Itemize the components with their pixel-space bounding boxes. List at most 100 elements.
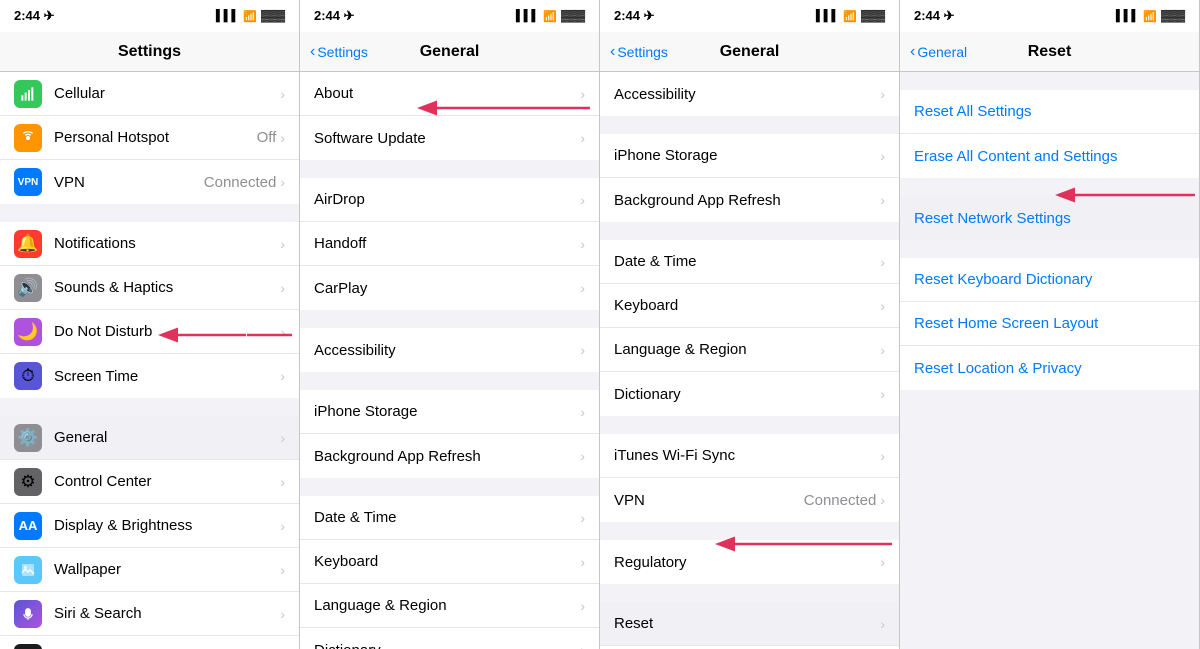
panel-content-1[interactable]: Cellular › Personal Hotspot Off › VPN VP… bbox=[0, 72, 299, 649]
row-handoff[interactable]: Handoff › bbox=[300, 222, 599, 266]
controlcenter-chevron: › bbox=[280, 474, 285, 490]
status-bar-1: 2:44 ✈ ▌▌▌ 📶 ▓▓▓ bbox=[0, 0, 299, 32]
resethomescreen-label: Reset Home Screen Layout bbox=[914, 315, 1098, 332]
row-datetime[interactable]: Date & Time › bbox=[300, 496, 599, 540]
time-3: 2:44 ✈ bbox=[614, 8, 655, 24]
siri-chevron: › bbox=[280, 606, 285, 622]
row-screentime[interactable]: ⏱ Screen Time › bbox=[0, 354, 299, 398]
row-hotspot[interactable]: Personal Hotspot Off › bbox=[0, 116, 299, 160]
reset-group-2: Reset Network Settings bbox=[900, 196, 1199, 240]
gen-separator-1 bbox=[300, 160, 599, 178]
resetlocation-label: Reset Location & Privacy bbox=[914, 360, 1082, 377]
row-iphonestorage2[interactable]: iPhone Storage › bbox=[600, 134, 899, 178]
eraseall-label: Erase All Content and Settings bbox=[914, 148, 1117, 165]
datetime2-chevron: › bbox=[880, 254, 885, 270]
settings-group-connectivity: Cellular › Personal Hotspot Off › VPN VP… bbox=[0, 72, 299, 204]
panel-content-2[interactable]: About › Software Update › AirDrop › Hand… bbox=[300, 72, 599, 649]
handoff-chevron: › bbox=[580, 236, 585, 252]
keyboard-chevron: › bbox=[580, 554, 585, 570]
row-languageregion2[interactable]: Language & Region › bbox=[600, 328, 899, 372]
row-regulatory[interactable]: Regulatory › bbox=[600, 540, 899, 584]
row-accessibility[interactable]: Accessibility › bbox=[300, 328, 599, 372]
row-softwareupdate[interactable]: Software Update › bbox=[300, 116, 599, 160]
status-bar-2: 2:44 ✈ ▌▌▌ 📶 ▓▓▓ bbox=[300, 0, 599, 32]
row-iphonestorage[interactable]: iPhone Storage › bbox=[300, 390, 599, 434]
softwareupdate-label: Software Update bbox=[314, 130, 580, 147]
row-keyboard2[interactable]: Keyboard › bbox=[600, 284, 899, 328]
row-notifications[interactable]: 🔔 Notifications › bbox=[0, 222, 299, 266]
row-controlcenter[interactable]: ⚙ Control Center › bbox=[0, 460, 299, 504]
row-dnd[interactable]: 🌙 Do Not Disturb › bbox=[0, 310, 299, 354]
resetall-label: Reset All Settings bbox=[914, 103, 1032, 120]
row-backgroundrefresh[interactable]: Background App Refresh › bbox=[300, 434, 599, 478]
row-sounds[interactable]: 🔊 Sounds & Haptics › bbox=[0, 266, 299, 310]
row-about[interactable]: About › bbox=[300, 72, 599, 116]
softwareupdate-chevron: › bbox=[580, 130, 585, 146]
general-icon: ⚙️ bbox=[14, 424, 42, 452]
row-resetnetwork[interactable]: Reset Network Settings bbox=[900, 196, 1199, 240]
row-wallpaper[interactable]: Wallpaper › bbox=[0, 548, 299, 592]
battery-icon: ▓▓▓ bbox=[261, 10, 285, 22]
row-resetlocation[interactable]: Reset Location & Privacy bbox=[900, 346, 1199, 390]
status-icons-3: ▌▌▌ 📶 ▓▓▓ bbox=[816, 10, 885, 23]
status-icons-2: ▌▌▌ 📶 ▓▓▓ bbox=[516, 10, 585, 23]
row-carplay[interactable]: CarPlay › bbox=[300, 266, 599, 310]
accessibility-chevron: › bbox=[580, 342, 585, 358]
dnd-chevron: › bbox=[280, 324, 285, 340]
vpn3-value: Connected bbox=[804, 492, 877, 509]
row-reset[interactable]: Reset › bbox=[600, 602, 899, 646]
display-label: Display & Brightness bbox=[54, 517, 280, 534]
airdrop-chevron: › bbox=[580, 192, 585, 208]
row-airdrop[interactable]: AirDrop › bbox=[300, 178, 599, 222]
wallpaper-icon bbox=[14, 556, 42, 584]
gen-separator-3 bbox=[300, 372, 599, 390]
controlcenter-label: Control Center bbox=[54, 473, 280, 490]
time-2: 2:44 ✈ bbox=[314, 8, 355, 24]
row-accessibility2[interactable]: Accessibility › bbox=[600, 72, 899, 116]
hotspot-value: Off bbox=[257, 129, 277, 146]
back-btn-3[interactable]: ‹ Settings bbox=[610, 43, 668, 61]
carplay-chevron: › bbox=[580, 280, 585, 296]
sounds-icon: 🔊 bbox=[14, 274, 42, 302]
row-resethomescreen[interactable]: Reset Home Screen Layout bbox=[900, 302, 1199, 346]
row-dictionary2[interactable]: Dictionary › bbox=[600, 372, 899, 416]
row-resetkeyboard[interactable]: Reset Keyboard Dictionary bbox=[900, 258, 1199, 302]
row-general[interactable]: ⚙️ General › bbox=[0, 416, 299, 460]
row-backgroundrefresh2[interactable]: Background App Refresh › bbox=[600, 178, 899, 222]
general-label: General bbox=[54, 429, 280, 446]
row-itunessync2[interactable]: iTunes Wi-Fi Sync › bbox=[600, 434, 899, 478]
vpn3-label: VPN bbox=[614, 492, 804, 509]
nav-bar-2: ‹ Settings General bbox=[300, 32, 599, 72]
wifi-icon-3: 📶 bbox=[843, 10, 857, 23]
display-chevron: › bbox=[280, 518, 285, 534]
row-eraseall[interactable]: Erase All Content and Settings bbox=[900, 134, 1199, 178]
row-cellular[interactable]: Cellular › bbox=[0, 72, 299, 116]
row-dictionary[interactable]: Dictionary › bbox=[300, 628, 599, 649]
notifications-chevron: › bbox=[280, 236, 285, 252]
reset-group-3: Reset Keyboard Dictionary Reset Home Scr… bbox=[900, 258, 1199, 390]
row-resetall[interactable]: Reset All Settings bbox=[900, 90, 1199, 134]
panel-content-4[interactable]: Reset All Settings Erase All Content and… bbox=[900, 72, 1199, 649]
row-datetime2[interactable]: Date & Time › bbox=[600, 240, 899, 284]
datetime-chevron: › bbox=[580, 510, 585, 526]
row-siri[interactable]: Siri & Search › bbox=[0, 592, 299, 636]
signal-icon-4: ▌▌▌ bbox=[1116, 10, 1139, 22]
sounds-chevron: › bbox=[280, 280, 285, 296]
row-vpn3[interactable]: VPN Connected › bbox=[600, 478, 899, 522]
wifi-icon-4: 📶 bbox=[1143, 10, 1157, 23]
panel-content-3[interactable]: Accessibility › iPhone Storage › Backgro… bbox=[600, 72, 899, 649]
screentime-chevron: › bbox=[280, 368, 285, 384]
back-btn-2[interactable]: ‹ Settings bbox=[310, 43, 368, 61]
vpn-chevron: › bbox=[280, 174, 285, 190]
languageregion-label: Language & Region bbox=[314, 597, 580, 614]
row-vpn[interactable]: VPN VPN Connected › bbox=[0, 160, 299, 204]
row-display[interactable]: AA Display & Brightness › bbox=[0, 504, 299, 548]
row-faceid[interactable]: Face ID & Passcode › bbox=[0, 636, 299, 649]
row-languageregion[interactable]: Language & Region › bbox=[300, 584, 599, 628]
vpn-value: Connected bbox=[204, 174, 277, 191]
row-keyboard[interactable]: Keyboard › bbox=[300, 540, 599, 584]
settings-group-system: 🔔 Notifications › 🔊 Sounds & Haptics › 🌙… bbox=[0, 222, 299, 398]
back-btn-4[interactable]: ‹ General bbox=[910, 43, 967, 61]
general-group-5: Date & Time › Keyboard › Language & Regi… bbox=[300, 496, 599, 649]
general-group-4: iPhone Storage › Background App Refresh … bbox=[300, 390, 599, 478]
